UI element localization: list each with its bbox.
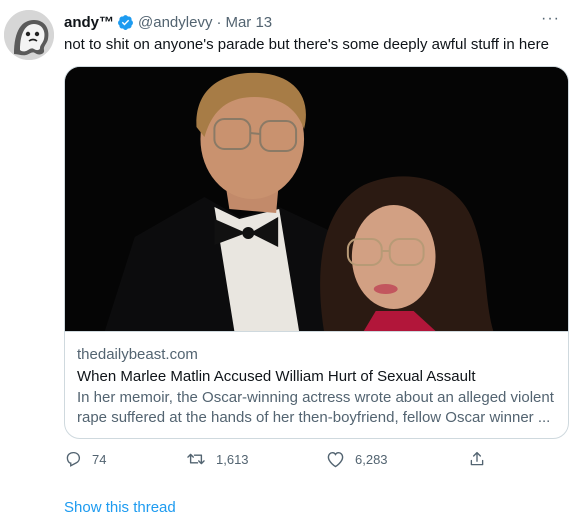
show-thread-link[interactable]: Show this thread xyxy=(64,499,176,516)
reply-button[interactable]: 74 xyxy=(64,450,106,468)
share-button[interactable] xyxy=(468,450,496,468)
like-count: 6,283 xyxy=(355,451,388,467)
retweet-count: 1,613 xyxy=(216,451,249,467)
card-image xyxy=(65,67,568,331)
like-icon xyxy=(327,451,344,468)
tweet-header: andy™ @andylevy · Mar 13 ··· xyxy=(64,10,560,32)
share-icon xyxy=(470,451,484,466)
more-icon[interactable]: ··· xyxy=(541,10,560,28)
verified-badge-icon xyxy=(117,14,134,31)
separator-dot: · xyxy=(216,13,222,31)
card-body: thedailybeast.com When Marlee Matlin Acc… xyxy=(65,331,568,428)
reply-count: 74 xyxy=(92,451,107,467)
avatar[interactable] xyxy=(4,10,54,60)
like-button[interactable]: 6,283 xyxy=(326,450,388,468)
retweet-icon xyxy=(187,453,205,465)
retweet-button[interactable]: 1,613 xyxy=(186,450,249,468)
author-handle[interactable]: @andylevy xyxy=(138,14,212,31)
tweet-actions: 74 1,613 6,283 xyxy=(64,450,504,474)
author-name[interactable]: andy™ xyxy=(64,14,114,31)
tweet-date[interactable]: Mar 13 xyxy=(225,14,272,31)
link-card[interactable]: thedailybeast.com When Marlee Matlin Acc… xyxy=(64,66,569,439)
card-title: When Marlee Matlin Accused William Hurt … xyxy=(77,368,476,385)
tweet-text: not to shit on anyone's parade but there… xyxy=(64,36,549,53)
card-description: In her memoir, the Oscar-winning actress… xyxy=(77,389,554,426)
ghost-avatar-icon xyxy=(4,10,54,60)
reply-icon xyxy=(66,451,81,467)
card-domain: thedailybeast.com xyxy=(77,346,198,363)
